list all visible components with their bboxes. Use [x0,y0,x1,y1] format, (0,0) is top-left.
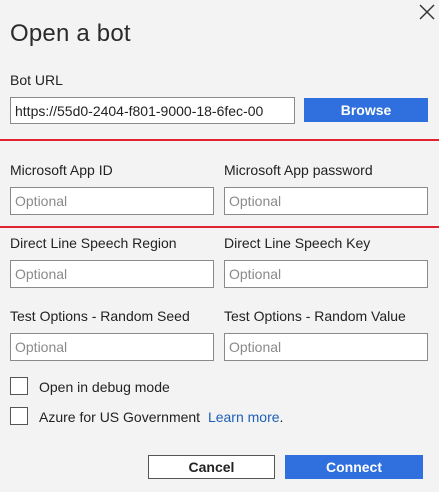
us-government-row: Azure for US Government Learn more. [39,409,283,425]
debug-mode-label: Open in debug mode [39,379,170,395]
app-password-input[interactable] [224,187,428,215]
bot-url-input[interactable] [10,97,295,124]
app-id-input[interactable] [10,187,214,215]
random-value-input[interactable] [224,333,428,361]
dialog-title: Open a bot [10,20,131,47]
app-password-label: Microsoft App password [224,162,373,178]
us-government-label: Azure for US Government [39,409,201,425]
learn-more-period: . [279,409,284,425]
debug-mode-checkbox[interactable] [10,377,28,395]
us-government-checkbox[interactable] [10,407,28,425]
random-seed-input[interactable] [10,333,214,361]
speech-region-input[interactable] [10,260,214,288]
speech-key-input[interactable] [224,260,428,288]
random-value-label: Test Options - Random Value [224,308,406,324]
connect-button[interactable]: Connect [285,455,423,479]
close-icon[interactable] [417,2,437,22]
bot-url-label: Bot URL [10,72,63,88]
cancel-button[interactable]: Cancel [148,455,275,479]
highlight-line-bottom [0,226,439,228]
speech-key-label: Direct Line Speech Key [224,235,371,251]
app-id-label: Microsoft App ID [10,162,113,178]
learn-more-link[interactable]: Learn more [208,409,280,425]
browse-button[interactable]: Browse [304,98,428,122]
speech-region-label: Direct Line Speech Region [10,235,177,251]
highlight-line-top [0,139,439,141]
random-seed-label: Test Options - Random Seed [10,308,190,324]
